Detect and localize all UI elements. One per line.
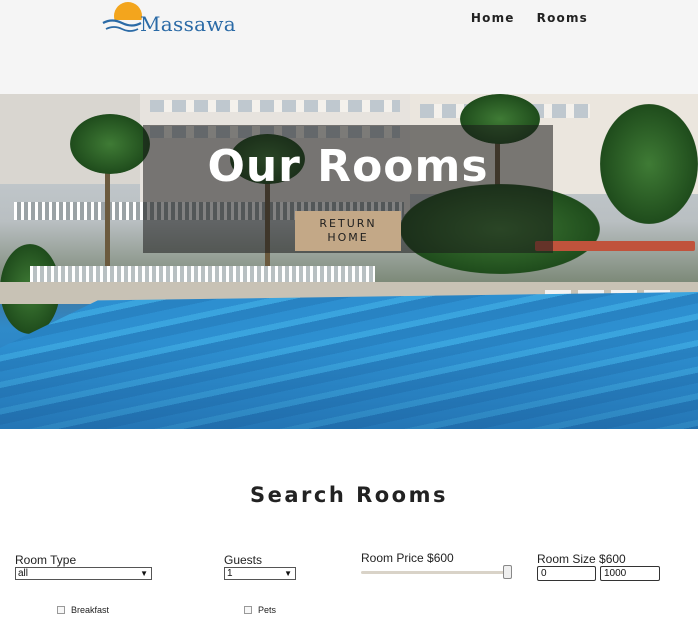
guests-value: 1 bbox=[227, 568, 233, 579]
room-price-slider[interactable] bbox=[361, 565, 513, 579]
breakfast-checkbox[interactable]: Breakfast bbox=[57, 605, 109, 615]
hero-title: Our Rooms bbox=[207, 141, 489, 192]
search-title: Search Rooms bbox=[249, 483, 448, 507]
room-price-label: Room Price $600 bbox=[361, 551, 454, 565]
pets-checkbox[interactable]: Pets bbox=[244, 605, 276, 615]
room-size-max-input[interactable]: 1000 bbox=[600, 566, 660, 581]
hero-banner: Our Rooms RETURN HOME bbox=[0, 94, 698, 429]
room-size-label: Room Size $600 bbox=[537, 552, 626, 566]
wave-icon bbox=[102, 19, 142, 32]
room-type-select[interactable]: all ▼ bbox=[15, 567, 152, 580]
pets-label: Pets bbox=[258, 605, 277, 615]
room-size-min-input[interactable]: 0 bbox=[537, 566, 596, 581]
guests-select[interactable]: 1 ▼ bbox=[224, 567, 296, 580]
nav-rooms-link[interactable]: Rooms bbox=[537, 11, 588, 25]
palm-tree bbox=[600, 104, 698, 224]
hotel-windows bbox=[150, 100, 400, 112]
slider-track bbox=[361, 571, 511, 574]
main-nav: Home Rooms bbox=[471, 11, 588, 25]
brand-logo[interactable]: Massawa bbox=[102, 2, 236, 42]
guests-label: Guests bbox=[224, 553, 263, 567]
navbar: Massawa Home Rooms bbox=[0, 0, 698, 94]
return-home-button[interactable]: RETURN HOME bbox=[295, 211, 401, 251]
checkbox-box[interactable] bbox=[57, 606, 65, 614]
pool-shade bbox=[0, 344, 698, 429]
room-type-label: Room Type bbox=[15, 553, 77, 567]
room-type-value: all bbox=[18, 568, 29, 579]
brand-name: Massawa bbox=[140, 12, 236, 36]
dropdown-arrow-icon: ▼ bbox=[284, 569, 292, 578]
slider-thumb[interactable] bbox=[503, 565, 512, 579]
nav-home-link[interactable]: Home bbox=[471, 11, 515, 25]
palm-tree bbox=[70, 114, 150, 174]
dropdown-arrow-icon: ▼ bbox=[140, 569, 148, 578]
hero-overlay: Our Rooms RETURN HOME bbox=[143, 125, 553, 253]
checkbox-box[interactable] bbox=[244, 606, 252, 614]
breakfast-label: Breakfast bbox=[71, 605, 110, 615]
sun-canopy bbox=[535, 241, 695, 251]
